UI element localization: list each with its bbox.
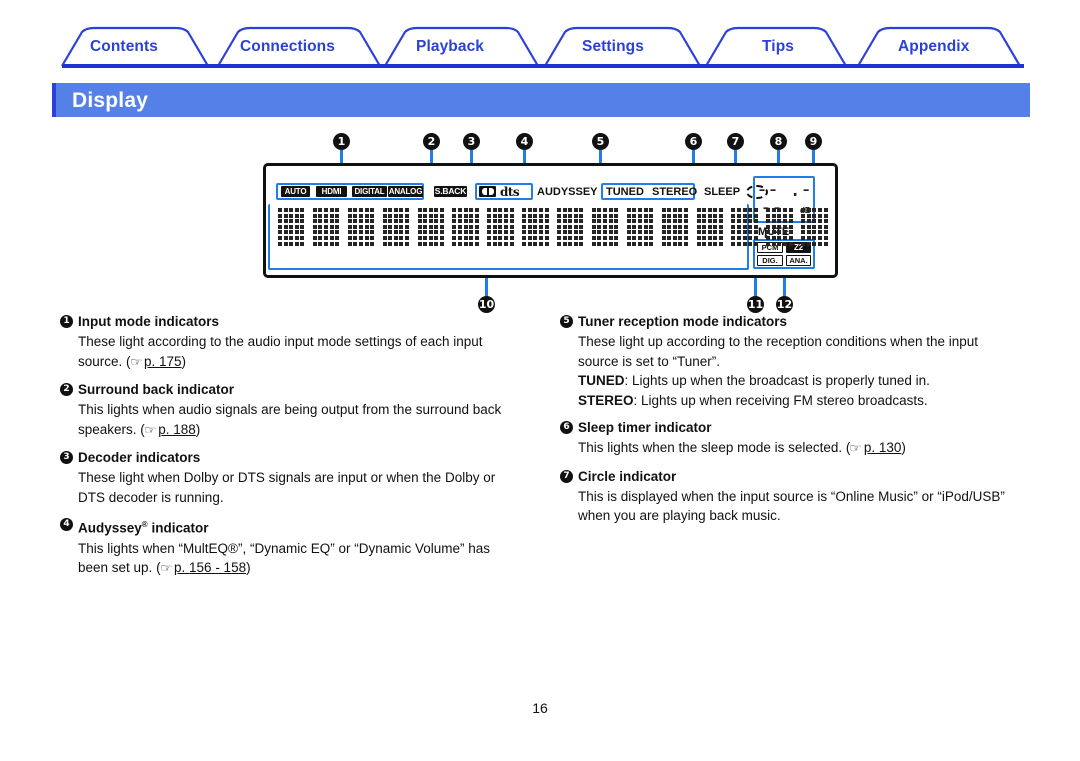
callout-10: 10 — [478, 296, 495, 313]
indicator-description-item: 2 Surround back indicator This lights when… — [60, 381, 530, 440]
item-number-badge: 5 — [560, 315, 573, 328]
right-text-column: 5 Tuner reception mode indicators These li… — [560, 313, 1030, 535]
dot-matrix-character — [312, 208, 340, 246]
dot-matrix-character — [591, 208, 619, 246]
dot-matrix-character — [766, 208, 793, 246]
dot-matrix-character — [347, 208, 375, 246]
item-body-text: These light up according to the receptio… — [578, 334, 979, 408]
indicator-stereo: STEREO — [652, 186, 698, 198]
item-heading: Surround back indicator — [78, 382, 235, 397]
left-text-column: 1 Input mode indicators These light accord… — [60, 313, 530, 588]
tab-tips[interactable]: Tips — [762, 38, 794, 56]
callout-6: 6 — [685, 133, 702, 150]
item-body-text: These light according to the audio input… — [78, 334, 483, 369]
item-heading-row: 1 Input mode indicators — [60, 313, 530, 330]
dot-matrix-character — [801, 208, 828, 246]
indicator-row: AUTO HDMI DIGITAL ANALOG S.BACK dts AUDY… — [276, 183, 832, 203]
tab-bar-shapes — [61, 26, 1021, 67]
item-heading: Sleep timer indicator — [578, 420, 712, 435]
item-heading-row: 7 Circle indicator — [560, 468, 1030, 485]
indicator-description-item: 4 Audyssey® indicator This lights when “Mu… — [60, 516, 530, 579]
dot-matrix-character — [696, 208, 723, 246]
indicator-sleep: SLEEP — [704, 186, 741, 198]
item-number-badge: 1 — [60, 315, 73, 328]
item-body-text: This is displayed when the input source … — [578, 488, 1005, 524]
indicator-hdmi: HDMI — [316, 186, 347, 197]
item-number-badge: 7 — [560, 469, 573, 483]
dot-matrix-character — [382, 208, 409, 246]
indicator-analog: ANALOG — [388, 186, 423, 197]
item-body-text: This lights when the sleep mode is selec… — [578, 440, 906, 455]
item-heading-row: 3 Decoder indicators — [60, 449, 530, 466]
dot-matrix-display — [278, 208, 828, 246]
page-title: Display — [72, 89, 149, 112]
callout-2: 2 — [423, 133, 440, 150]
dolby-logo-icon — [479, 186, 496, 197]
indicator-description-item: 6 Sleep timer indicator This lights when t… — [560, 419, 1030, 459]
item-heading: Tuner reception mode indicators — [578, 314, 788, 329]
item-number-badge: 4 — [60, 518, 73, 531]
indicator-dig: DIG. — [757, 255, 783, 266]
callout-9: 9 — [805, 133, 822, 150]
item-heading-row: 2 Surround back indicator — [60, 381, 530, 398]
indicator-ana: ANA. — [786, 255, 811, 266]
indicator-description-item: 3 Decoder indicators These light when Dolb… — [60, 449, 530, 507]
item-number-badge: 6 — [560, 421, 573, 434]
indicator-audyssey: AUDYSSEY — [537, 186, 598, 198]
item-heading-row: 5 Tuner reception mode indicators — [560, 313, 1030, 330]
item-body-text: This lights when “MultEQ®”, “Dynamic EQ”… — [78, 540, 491, 576]
item-body-text: This lights when audio signals are being… — [78, 402, 502, 437]
dot-matrix-character — [557, 208, 584, 246]
callout-7: 7 — [727, 133, 744, 150]
tab-connections[interactable]: Connections — [240, 38, 335, 56]
callout-3: 3 — [463, 133, 480, 150]
item-heading: Audyssey® indicator — [78, 520, 209, 536]
item-number-badge: 3 — [60, 451, 73, 464]
bold-term: TUNED — [578, 373, 625, 388]
indicator-auto: AUTO — [281, 186, 310, 197]
page-title-bar: Display — [52, 83, 1030, 117]
callout-5: 5 — [592, 133, 609, 150]
tab-playback[interactable]: Playback — [416, 38, 484, 56]
item-heading: Circle indicator — [578, 468, 677, 484]
bold-term: STEREO — [578, 392, 634, 408]
dot-matrix-character — [731, 208, 758, 246]
tab-appendix[interactable]: Appendix — [898, 38, 969, 56]
item-heading: Input mode indicators — [78, 314, 220, 329]
indicator-description-item: 7 Circle indicator This is displayed when … — [560, 468, 1030, 526]
callout-11: 11 — [747, 296, 764, 313]
tab-settings[interactable]: Settings — [582, 38, 644, 56]
indicator-tuned: TUNED — [606, 186, 644, 198]
dot-matrix-character — [626, 208, 654, 246]
callout-8: 8 — [770, 133, 787, 150]
dot-matrix-character — [487, 208, 514, 246]
dot-matrix-character — [452, 208, 479, 246]
dot-matrix-character — [522, 208, 549, 246]
tab-contents[interactable]: Contents — [90, 38, 158, 56]
item-heading: Decoder indicators — [78, 450, 201, 465]
display-panel-diagram: 1 2 3 4 5 6 7 8 9 10 11 12 AUTO HDMI DIG… — [255, 133, 845, 313]
indicator-description-item: 5 Tuner reception mode indicators These li… — [560, 313, 1030, 410]
indicator-digital: DIGITAL — [352, 186, 387, 197]
callout-1: 1 — [333, 133, 350, 150]
callout-12: 12 — [776, 296, 793, 313]
item-heading-row: 6 Sleep timer indicator — [560, 419, 1030, 436]
indicator-dts: dts — [500, 185, 520, 199]
dot-matrix-character — [278, 208, 305, 246]
display-unit-frame: AUTO HDMI DIGITAL ANALOG S.BACK dts AUDY… — [263, 163, 838, 278]
item-body-text: These light when Dolby or DTS signals ar… — [78, 470, 496, 505]
dot-matrix-character — [417, 208, 444, 246]
item-heading-row: 4 Audyssey® indicator — [60, 516, 530, 537]
indicator-s-back: S.BACK — [434, 186, 467, 197]
callout-4: 4 — [516, 133, 533, 150]
tab-bar: Contents Connections Playback Settings T… — [0, 0, 1080, 72]
dot-matrix-character — [661, 208, 688, 246]
page-number: 16 — [532, 700, 548, 716]
indicator-description-item: 1 Input mode indicators These light accord… — [60, 313, 530, 372]
tab-bar-underline — [62, 64, 1024, 68]
item-number-badge: 2 — [60, 383, 73, 396]
